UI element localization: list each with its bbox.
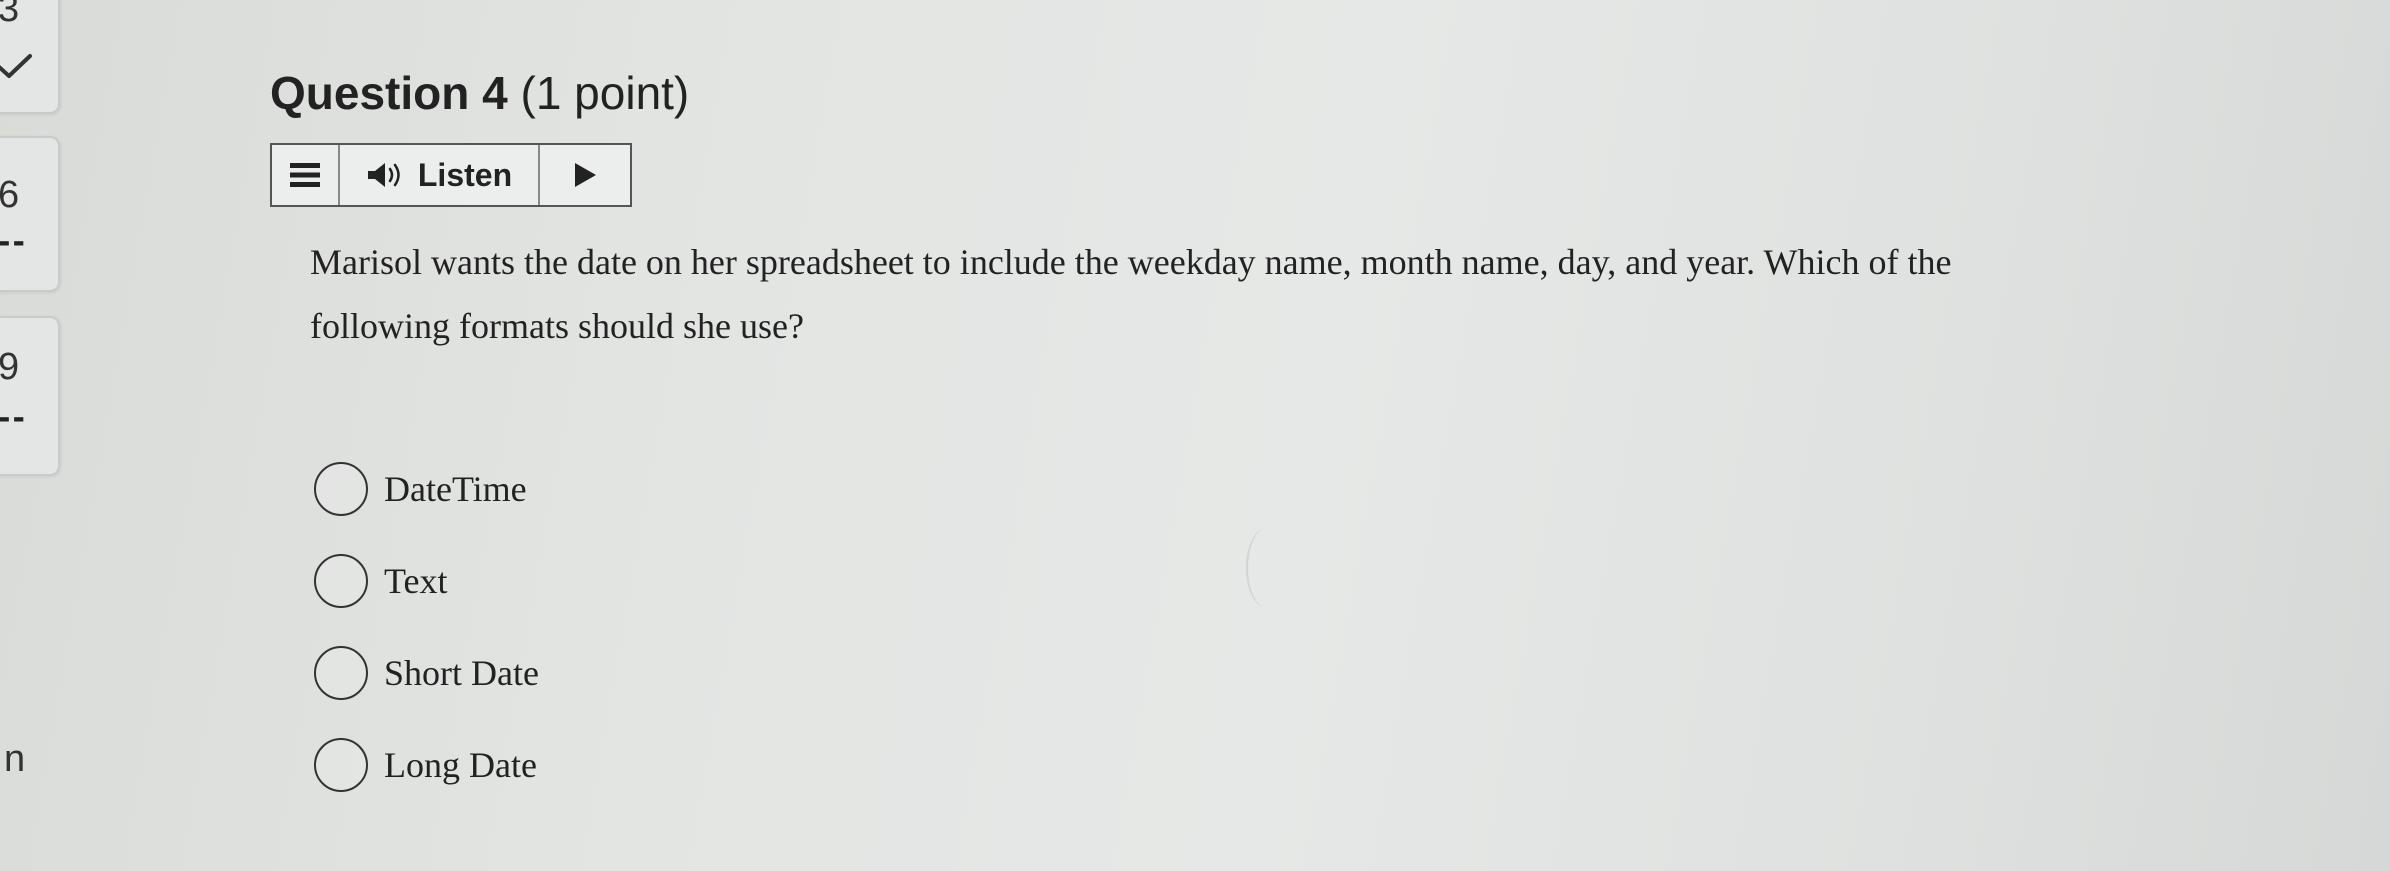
nav-question-status: -- [0, 225, 27, 260]
radio-button[interactable] [314, 462, 368, 516]
answer-option[interactable]: Text [314, 554, 447, 608]
nav-question-number: 3 [0, 0, 20, 30]
play-button[interactable] [540, 145, 630, 205]
question-title: Question 4 (1 point) [270, 66, 689, 120]
play-icon [575, 163, 596, 187]
question-number: Question 4 [270, 67, 508, 119]
listen-label: Listen [417, 156, 513, 193]
nav-question-number: 9 [0, 346, 20, 388]
answer-option[interactable]: Long Date [314, 738, 537, 792]
nav-question-number: 6 [0, 174, 20, 216]
answer-option[interactable]: DateTime [314, 462, 527, 516]
screen-smudge [1246, 528, 1288, 608]
answer-label: Short Date [384, 653, 539, 693]
answer-label: DateTime [384, 469, 527, 509]
listen-button[interactable]: Listen [340, 145, 540, 205]
answer-label: Text [384, 561, 448, 601]
nav-question-3[interactable]: 3 [0, 0, 60, 114]
nav-question-6[interactable]: 6 -- [0, 136, 60, 292]
answer-option[interactable]: Short Date [314, 646, 539, 700]
menu-icon [290, 163, 320, 187]
nav-partial-label: n [4, 738, 26, 780]
radio-button[interactable] [314, 738, 368, 792]
radio-button[interactable] [314, 554, 368, 608]
nav-question-9[interactable]: 9 -- [0, 316, 60, 476]
check-icon [0, 54, 32, 78]
speaker-icon [367, 163, 400, 187]
menu-button[interactable] [272, 145, 340, 205]
question-points: (1 point) [520, 67, 690, 119]
nav-question-status: -- [0, 401, 27, 436]
answer-label: Long Date [384, 745, 537, 785]
audio-toolbar: Listen [270, 143, 632, 207]
question-text: Marisol wants the date on her spreadshee… [310, 242, 1952, 346]
radio-button[interactable] [314, 646, 368, 700]
